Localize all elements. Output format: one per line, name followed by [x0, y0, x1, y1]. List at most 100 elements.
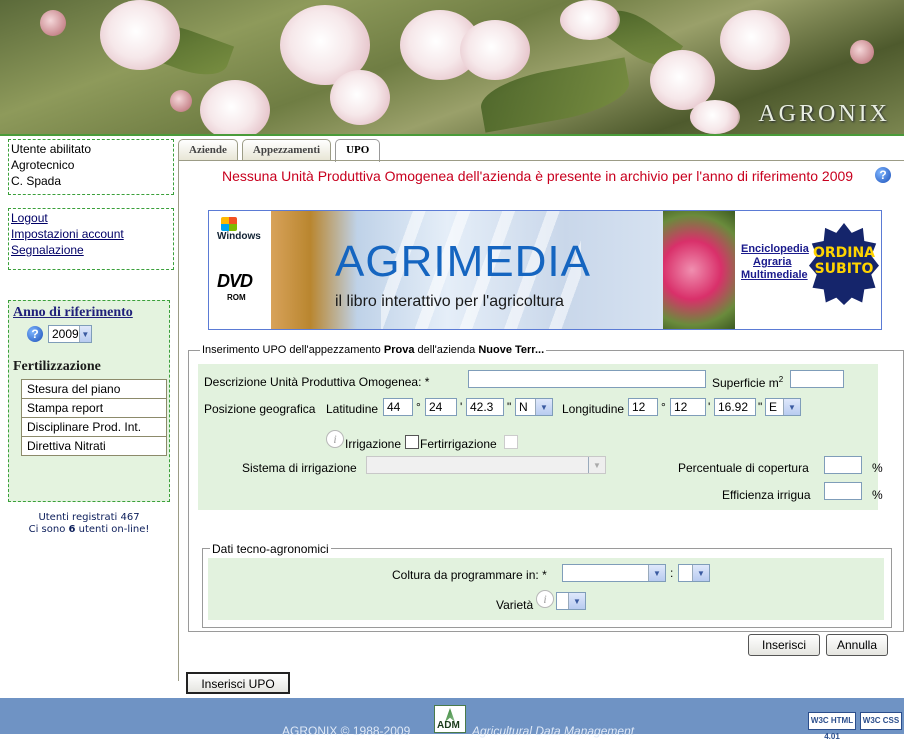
order-line1: ORDINA	[812, 245, 876, 261]
variety-select[interactable]: ▼	[556, 592, 586, 610]
latitude-direction-value: N	[519, 400, 528, 414]
account-settings-link[interactable]: Impostazioni account	[11, 226, 171, 242]
ad-main-panel: AGRIMEDIA il libro interattivo per l'agr…	[271, 211, 663, 329]
banner-bud	[170, 90, 192, 112]
crop-label: Coltura da programmare in: *	[392, 568, 547, 582]
banner-blossom	[460, 20, 530, 80]
chevron-down-icon: ▼	[535, 399, 552, 415]
ad-subtitle: il libro interattivo per l'agricoltura	[335, 293, 564, 310]
info-icon[interactable]: i	[536, 590, 554, 608]
help-icon[interactable]: ?	[27, 326, 43, 342]
menu-item-plan[interactable]: Stesura del piano	[21, 379, 167, 399]
ad-windows-label: Windows	[217, 231, 261, 242]
description-input[interactable]	[468, 370, 706, 388]
fertilization-menu: Stesura del piano Stampa report Discipli…	[21, 379, 167, 456]
user-info-box: Utente abilitato Agrotecnico C. Spada	[8, 139, 174, 195]
chevron-down-icon: ▼	[648, 565, 665, 581]
chevron-down-icon: ▼	[78, 326, 91, 342]
encyclopedia-link[interactable]: Enciclopedia Agraria Multimediale	[741, 243, 809, 282]
menu-item-print-report[interactable]: Stampa report	[21, 399, 167, 418]
banner-blossom	[560, 0, 620, 40]
chevron-down-icon: ▼	[588, 457, 605, 473]
year-select-value: 2009	[52, 327, 79, 341]
irrigation-system-select[interactable]: ▼	[366, 456, 606, 474]
banner-blossom	[690, 100, 740, 134]
minute-symbol: '	[708, 400, 711, 414]
adm-logo: ADM	[434, 705, 466, 733]
agrimedia-ad-banner[interactable]: Windows DVD ROM AGRIMEDIA il libro inter…	[208, 210, 882, 330]
year-select[interactable]: 2009 ▼	[48, 325, 92, 343]
status-message: Nessuna Unità Produttiva Omogenea dell'a…	[222, 168, 854, 184]
banner-bud	[850, 40, 874, 64]
adm-logo-text: ADM	[437, 720, 460, 731]
banner-blossom	[330, 70, 390, 125]
insert-upo-button[interactable]: Inserisci UPO	[186, 672, 290, 694]
irrigation-label: Irrigazione	[345, 437, 402, 451]
app-title: AGRONIX	[758, 101, 890, 127]
online-prefix: Ci sono	[28, 524, 69, 535]
w3c-html-badge[interactable]: W3C HTML 4.01	[808, 712, 856, 741]
coverage-label: Percentuale di copertura	[678, 461, 809, 475]
variety-label: Varietà	[496, 598, 534, 612]
insert-button[interactable]: Inserisci	[748, 634, 820, 656]
tecno-legend: Dati tecno-agronomici	[210, 542, 331, 556]
crop-period-select[interactable]: ▼	[678, 564, 710, 582]
tab-upo[interactable]: UPO	[335, 139, 381, 162]
minute-symbol: '	[460, 400, 463, 414]
help-icon[interactable]: ?	[875, 167, 891, 183]
longitude-minutes-input[interactable]	[670, 398, 706, 416]
longitude-direction-value: E	[769, 400, 778, 414]
info-icon[interactable]: i	[326, 430, 344, 448]
online-suffix: utenti on-line!	[75, 524, 150, 535]
ad-title: AGRIMEDIA	[335, 237, 591, 286]
tab-bar: Aziende Appezzamenti UPO	[178, 139, 381, 162]
order-now-label[interactable]: ORDINA SUBITO	[809, 245, 879, 277]
longitude-label: Longitudine	[562, 402, 625, 416]
windows-logo-icon	[221, 217, 237, 231]
second-symbol: "	[758, 400, 763, 414]
tab-aziende[interactable]: Aziende	[178, 139, 238, 160]
legend-field: Prova	[383, 344, 415, 356]
reference-year-title: Anno di riferimento	[13, 305, 133, 320]
footer-tagline: Agricultural Data Management	[472, 724, 635, 738]
footer-copyright: AGRONIX © 1988-2009	[282, 724, 411, 738]
online-users: Ci sono 6 utenti on-line!	[8, 524, 170, 536]
latitude-direction-select[interactable]: N ▼	[515, 398, 553, 416]
efficiency-percent: %	[872, 488, 883, 502]
efficiency-input[interactable]	[824, 482, 862, 500]
irrigation-checkbox[interactable]	[405, 435, 419, 449]
user-name: C. Spada	[11, 174, 62, 188]
latitude-seconds-input[interactable]	[466, 398, 504, 416]
second-symbol: "	[507, 400, 512, 414]
logout-link[interactable]: Logout	[11, 210, 171, 226]
longitude-degrees-input[interactable]	[628, 398, 658, 416]
user-status: Utente abilitato	[11, 142, 92, 156]
surface-label-sup: 2	[778, 375, 784, 384]
encyclopedia-line2: Agraria	[753, 256, 792, 268]
crop-select[interactable]: ▼	[562, 564, 666, 582]
report-link[interactable]: Segnalazione	[11, 242, 171, 258]
latitude-minutes-input[interactable]	[425, 398, 457, 416]
banner-bud	[40, 10, 66, 36]
header-banner: AGRONIX	[0, 0, 904, 134]
cancel-button[interactable]: Annulla	[826, 634, 888, 656]
banner-blossom	[720, 10, 790, 70]
surface-input[interactable]	[790, 370, 844, 388]
banner-blossom	[200, 80, 270, 134]
latitude-degrees-input[interactable]	[383, 398, 413, 416]
longitude-seconds-input[interactable]	[714, 398, 756, 416]
encyclopedia-line3: Multimediale	[741, 269, 808, 281]
menu-item-disciplinare[interactable]: Disciplinare Prod. Int.	[21, 418, 167, 437]
fertirrigation-checkbox[interactable]	[504, 435, 518, 449]
degree-symbol: °	[661, 400, 666, 414]
surface-label-text: Superficie m	[712, 376, 779, 390]
fertilization-title: Fertilizzazione	[13, 359, 101, 374]
chevron-down-icon: ▼	[692, 565, 709, 581]
ad-rom-label: ROM	[227, 293, 246, 302]
longitude-direction-select[interactable]: E ▼	[765, 398, 801, 416]
w3c-css-badge[interactable]: W3C CSS	[860, 712, 902, 730]
menu-item-nitrates[interactable]: Direttiva Nitrati	[21, 437, 167, 456]
tab-appezzamenti[interactable]: Appezzamenti	[241, 139, 332, 160]
coverage-input[interactable]	[824, 456, 862, 474]
description-label: Descrizione Unità Produttiva Omogenea: *	[204, 375, 430, 389]
